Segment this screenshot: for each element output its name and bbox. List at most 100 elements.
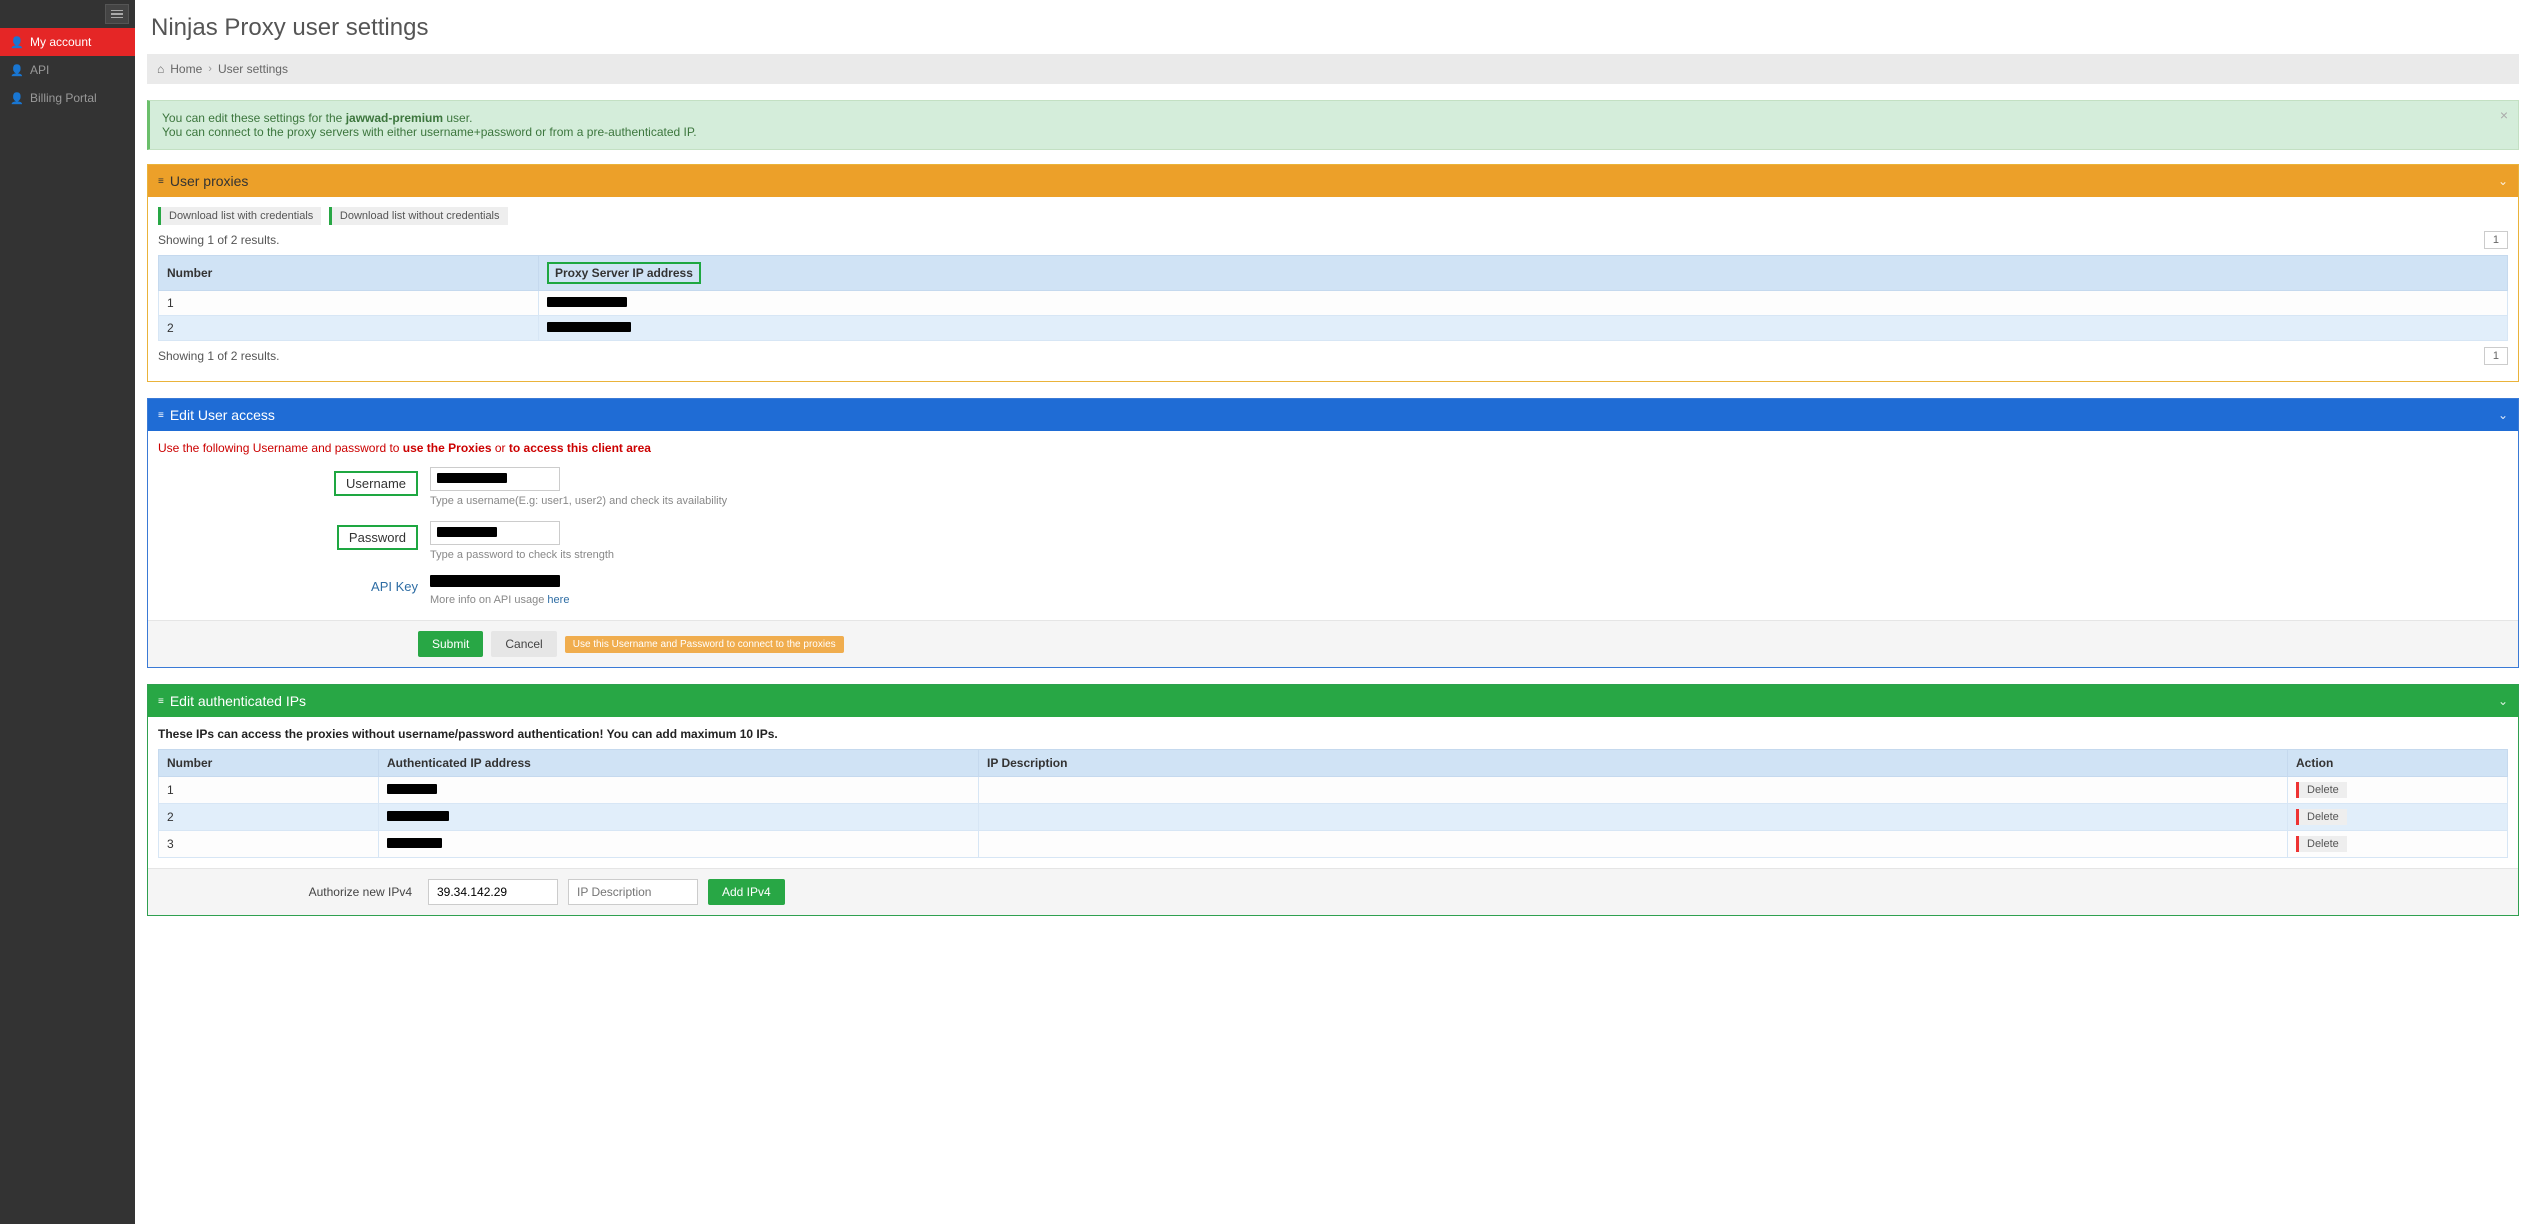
add-ip-label: Authorize new IPv4 bbox=[158, 885, 418, 899]
username-input[interactable] bbox=[430, 467, 560, 491]
cell-ip bbox=[379, 831, 979, 858]
apikey-value bbox=[430, 575, 2508, 590]
home-icon: ⌂ bbox=[157, 62, 164, 76]
password-help: Type a password to check its strength bbox=[430, 549, 2508, 561]
cell-number: 2 bbox=[159, 316, 539, 341]
chevron-down-icon[interactable]: ⌄ bbox=[2498, 694, 2508, 708]
table-row: 3 Delete bbox=[159, 831, 2508, 858]
sidebar-toggle-wrap bbox=[0, 0, 135, 28]
cell-action: Delete bbox=[2288, 831, 2508, 858]
proxies-table: Number Proxy Server IP address 1 2 bbox=[158, 255, 2508, 341]
sidebar: 👤 My account 👤 API 👤 Billing Portal bbox=[0, 0, 135, 1224]
cell-number: 1 bbox=[159, 777, 379, 804]
cell-ip bbox=[379, 777, 979, 804]
col-action: Action bbox=[2288, 750, 2508, 777]
alert-info: × You can edit these settings for the ja… bbox=[147, 100, 2519, 150]
user-icon: 👤 bbox=[10, 64, 22, 77]
username-row: Username Type a username(E.g: user1, use… bbox=[158, 467, 2508, 507]
access-instructions: Use the following Username and password … bbox=[158, 441, 2508, 455]
sidebar-item-label: API bbox=[30, 63, 49, 77]
panel-title: Edit User access bbox=[170, 407, 275, 423]
cell-action: Delete bbox=[2288, 777, 2508, 804]
cell-action: Delete bbox=[2288, 804, 2508, 831]
password-input[interactable] bbox=[430, 521, 560, 545]
delete-button[interactable]: Delete bbox=[2296, 782, 2347, 798]
new-ip-desc-input[interactable] bbox=[568, 879, 698, 905]
panel-header-user-access[interactable]: ≡ Edit User access ⌄ bbox=[148, 399, 2518, 431]
access-actions: Submit Cancel Use this Username and Pass… bbox=[148, 620, 2518, 667]
username-label: Username bbox=[334, 471, 418, 496]
cell-ip bbox=[539, 316, 2508, 341]
add-ip-button[interactable]: Add IPv4 bbox=[708, 879, 785, 905]
chevron-right-icon: › bbox=[208, 63, 212, 75]
apikey-row: API Key More info on API usage here bbox=[158, 575, 2508, 606]
panel-user-access: ≡ Edit User access ⌄ Use the following U… bbox=[147, 398, 2519, 668]
new-ip-input[interactable] bbox=[428, 879, 558, 905]
password-row: Password Type a password to check its st… bbox=[158, 521, 2508, 561]
submit-button[interactable]: Submit bbox=[418, 631, 483, 657]
cell-ip bbox=[379, 804, 979, 831]
cancel-button[interactable]: Cancel bbox=[491, 631, 556, 657]
username-help: Type a username(E.g: user1, user2) and c… bbox=[430, 495, 2508, 507]
col-number: Number bbox=[159, 256, 539, 291]
page-number[interactable]: 1 bbox=[2484, 231, 2508, 249]
cell-number: 2 bbox=[159, 804, 379, 831]
close-icon[interactable]: × bbox=[2500, 107, 2508, 123]
main-content: Ninjas Proxy user settings ⌂ Home › User… bbox=[135, 0, 2531, 1224]
list-icon: ≡ bbox=[158, 410, 164, 421]
sidebar-item-billing[interactable]: 👤 Billing Portal bbox=[0, 84, 135, 112]
chevron-down-icon[interactable]: ⌄ bbox=[2498, 408, 2508, 422]
list-icon: ≡ bbox=[158, 696, 164, 707]
col-ip: Authenticated IP address bbox=[379, 750, 979, 777]
sidebar-item-label: My account bbox=[30, 35, 91, 49]
download-with-creds-button[interactable]: Download list with credentials bbox=[158, 207, 321, 225]
apikey-help: More info on API usage here bbox=[430, 594, 2508, 606]
panel-header-ips[interactable]: ≡ Edit authenticated IPs ⌄ bbox=[148, 685, 2518, 717]
panel-user-proxies: ≡ User proxies ⌄ Download list with cred… bbox=[147, 164, 2519, 382]
chevron-down-icon[interactable]: ⌄ bbox=[2498, 174, 2508, 188]
ips-table: Number Authenticated IP address IP Descr… bbox=[158, 749, 2508, 858]
hamburger-icon[interactable] bbox=[105, 4, 129, 24]
list-icon: ≡ bbox=[158, 176, 164, 187]
cell-number: 1 bbox=[159, 291, 539, 316]
alert-line1: You can edit these settings for the jaww… bbox=[162, 111, 2506, 125]
table-row: 1 Delete bbox=[159, 777, 2508, 804]
ips-note: These IPs can access the proxies without… bbox=[158, 727, 2508, 741]
sidebar-item-api[interactable]: 👤 API bbox=[0, 56, 135, 84]
password-label: Password bbox=[337, 525, 418, 550]
delete-button[interactable]: Delete bbox=[2296, 836, 2347, 852]
user-icon: 👤 bbox=[10, 92, 22, 105]
cell-number: 3 bbox=[159, 831, 379, 858]
col-number: Number bbox=[159, 750, 379, 777]
cell-desc bbox=[979, 804, 2288, 831]
page-title: Ninjas Proxy user settings bbox=[151, 14, 2519, 42]
table-row: 2 Delete bbox=[159, 804, 2508, 831]
api-help-link[interactable]: here bbox=[547, 594, 569, 606]
sidebar-item-label: Billing Portal bbox=[30, 91, 97, 105]
breadcrumb-current: User settings bbox=[218, 62, 288, 76]
panel-authenticated-ips: ≡ Edit authenticated IPs ⌄ These IPs can… bbox=[147, 684, 2519, 916]
apikey-label: API Key bbox=[371, 579, 418, 594]
cell-desc bbox=[979, 831, 2288, 858]
panel-title: User proxies bbox=[170, 173, 249, 189]
sidebar-item-my-account[interactable]: 👤 My account bbox=[0, 28, 135, 56]
table-row: 1 bbox=[159, 291, 2508, 316]
cell-desc bbox=[979, 777, 2288, 804]
results-summary-bottom: Showing 1 of 2 results. bbox=[158, 349, 279, 363]
access-hint: Use this Username and Password to connec… bbox=[565, 636, 844, 653]
panel-title: Edit authenticated IPs bbox=[170, 693, 306, 709]
delete-button[interactable]: Delete bbox=[2296, 809, 2347, 825]
col-ip: Proxy Server IP address bbox=[539, 256, 2508, 291]
table-row: 2 bbox=[159, 316, 2508, 341]
page-number[interactable]: 1 bbox=[2484, 347, 2508, 365]
use-proxies-link[interactable]: use the Proxies bbox=[403, 441, 492, 455]
user-icon: 👤 bbox=[10, 36, 22, 49]
panel-header-user-proxies[interactable]: ≡ User proxies ⌄ bbox=[148, 165, 2518, 197]
col-desc: IP Description bbox=[979, 750, 2288, 777]
alert-line2: You can connect to the proxy servers wit… bbox=[162, 125, 2506, 139]
results-summary-top: Showing 1 of 2 results. bbox=[158, 233, 279, 247]
download-without-creds-button[interactable]: Download list without credentials bbox=[329, 207, 508, 225]
add-ip-row: Authorize new IPv4 Add IPv4 bbox=[148, 868, 2518, 915]
access-client-area-link[interactable]: to access this client area bbox=[509, 441, 651, 455]
breadcrumb-home[interactable]: Home bbox=[170, 62, 202, 76]
